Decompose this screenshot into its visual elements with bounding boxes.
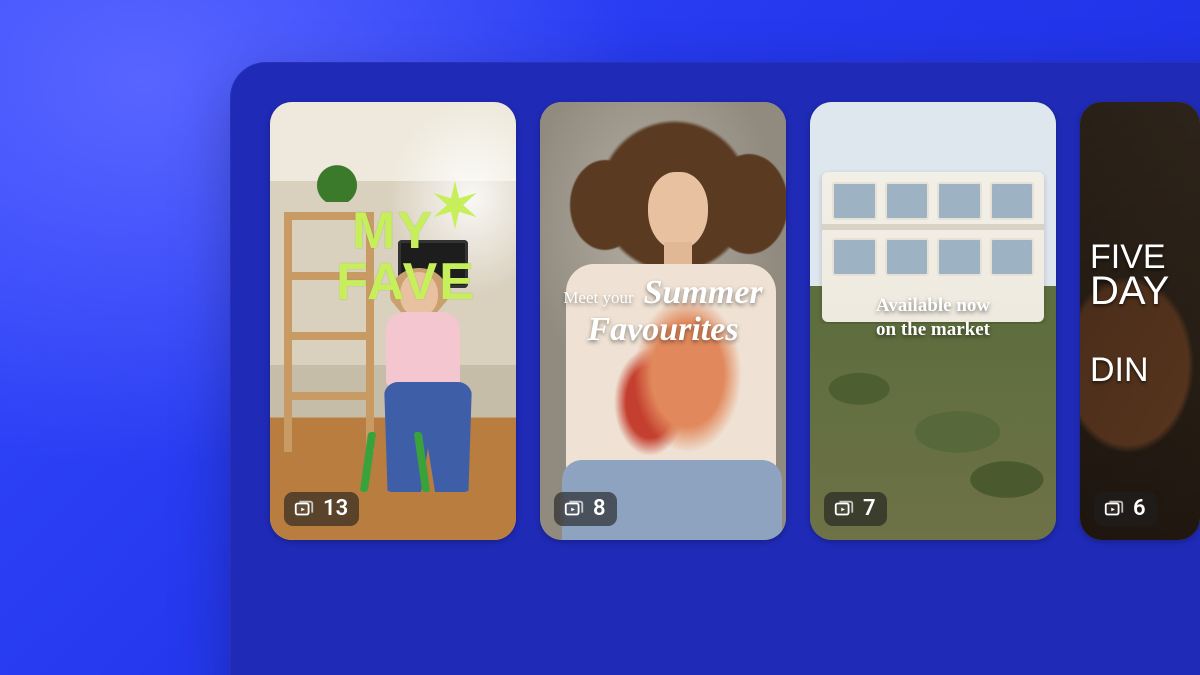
carousel-panel: MY FAVE 13 (230, 62, 1200, 675)
sparkle-icon (428, 178, 482, 232)
template-card[interactable]: Available now on the market 7 (810, 102, 1056, 540)
stage: MY FAVE 13 (0, 0, 1200, 675)
template-card[interactable]: FIVE DAY DIN 6 (1080, 102, 1200, 540)
video-stack-icon (833, 498, 855, 520)
video-count: 7 (863, 498, 876, 520)
video-count-badge: 8 (554, 492, 617, 526)
video-count-badge: 6 (1094, 492, 1157, 526)
video-stack-icon (293, 498, 315, 520)
template-card[interactable]: MY FAVE 13 (270, 102, 516, 540)
video-stack-icon (1103, 498, 1125, 520)
card-thumbnail (540, 102, 786, 540)
template-carousel[interactable]: MY FAVE 13 (270, 102, 1200, 540)
video-count: 8 (593, 498, 606, 520)
video-count-badge: 13 (284, 492, 359, 526)
card-thumbnail (270, 102, 516, 540)
card-thumbnail (1080, 102, 1200, 540)
template-card[interactable]: Meet your Summer Favourites 8 (540, 102, 786, 540)
card-thumbnail (810, 102, 1056, 540)
video-stack-icon (563, 498, 585, 520)
video-count: 13 (323, 498, 348, 520)
video-count: 6 (1133, 498, 1146, 520)
video-count-badge: 7 (824, 492, 887, 526)
